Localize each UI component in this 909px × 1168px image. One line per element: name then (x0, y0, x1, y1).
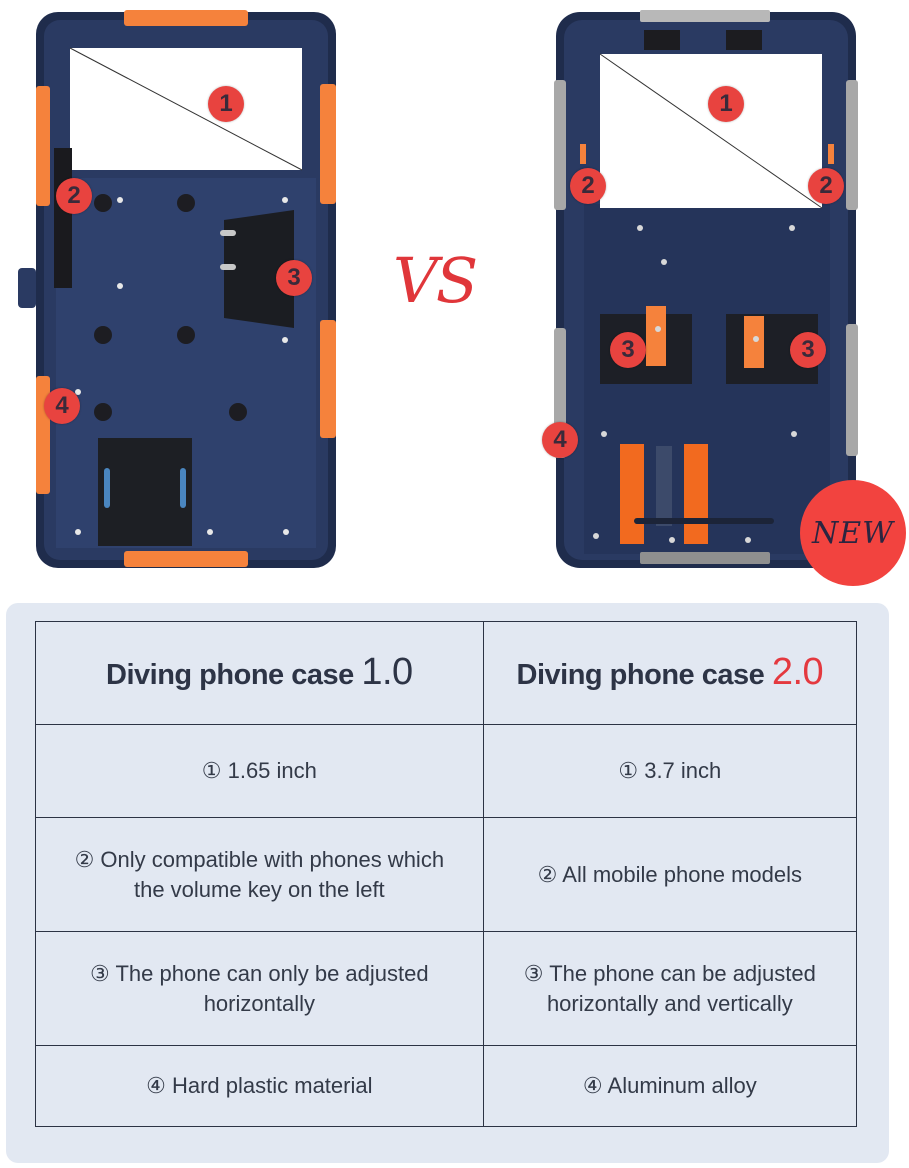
marker-3-right-clamp-left: 3 (610, 332, 646, 368)
cell-material-2-0: ④ Aluminum alloy (482, 1045, 858, 1127)
marker-1-left-window: 1 (208, 86, 244, 122)
cell-window-size-1-0: ① 1.65 inch (35, 724, 484, 818)
cell-adjustment-1-0: ③ The phone can only be adjusted horizon… (35, 931, 484, 1046)
product-images: 1 2 3 4 VS 1 2 2 3 3 4 NEW (0, 0, 909, 600)
cell-compatibility-1-0: ② Only compatible with phones which the … (35, 817, 484, 932)
table-row: ③ The phone can only be adjusted horizon… (35, 931, 858, 1046)
marker-2-left-volume: 2 (56, 178, 92, 214)
table-row: ① 1.65 inch ① 3.7 inch (35, 724, 858, 818)
cell-window-size-2-0: ① 3.7 inch (482, 724, 858, 818)
cell-adjustment-2-0: ③ The phone can be adjusted horizontally… (482, 931, 858, 1046)
vs-label: VS (393, 244, 478, 317)
marker-4-right-material: 4 (542, 422, 578, 458)
marker-3-right-clamp-right: 3 (790, 332, 826, 368)
header-case-2-0: Diving phone case 2.0 (482, 621, 858, 725)
comparison-table: Diving phone case 1.0 Diving phone case … (35, 621, 858, 1127)
marker-2-right-volume-right: 2 (808, 168, 844, 204)
table-row: ④ Hard plastic material ④ Aluminum alloy (35, 1045, 858, 1127)
cell-compatibility-2-0: ② All mobile phone models (482, 817, 858, 932)
header-case-1-0: Diving phone case 1.0 (35, 621, 484, 725)
marker-2-right-volume-left: 2 (570, 168, 606, 204)
new-badge: NEW (800, 480, 906, 586)
table-header-row: Diving phone case 1.0 Diving phone case … (35, 621, 858, 725)
marker-3-left-clamp: 3 (276, 260, 312, 296)
new-badge-label: NEW (812, 515, 894, 551)
case-2-0-image (554, 10, 858, 568)
header-version-right: 2.0 (771, 650, 824, 693)
marker-1-right-window: 1 (708, 86, 744, 122)
table-row: ② Only compatible with phones which the … (35, 817, 858, 932)
header-title-left: Diving phone case (106, 658, 362, 691)
marker-4-left-material: 4 (44, 388, 80, 424)
header-title-right: Diving phone case (516, 658, 772, 691)
cell-material-1-0: ④ Hard plastic material (35, 1045, 484, 1127)
header-version-left: 1.0 (361, 650, 413, 693)
